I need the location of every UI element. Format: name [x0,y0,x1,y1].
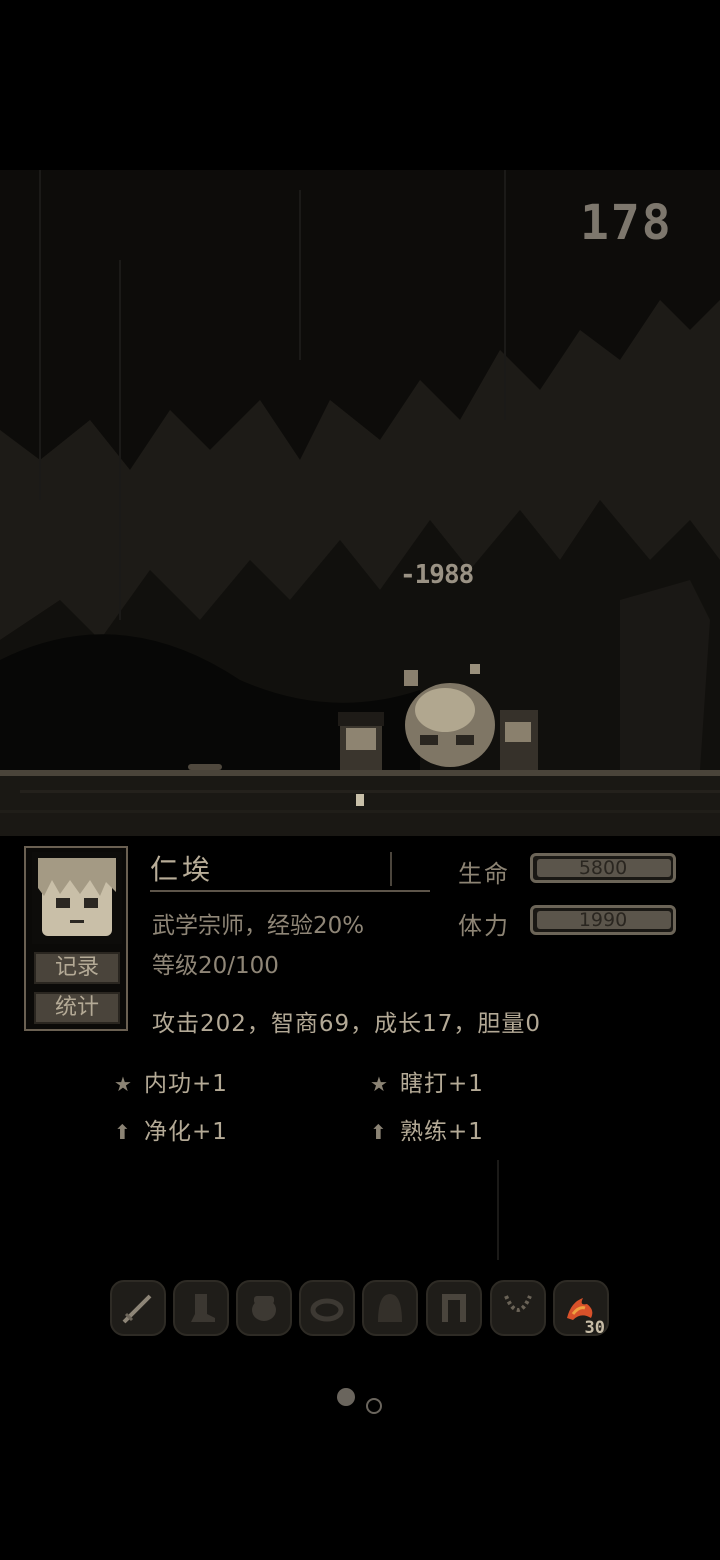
hood-icon [378,1294,402,1322]
page-indicator[interactable] [366,1398,382,1414]
necklace-icon [504,1295,532,1312]
star-icon: ★ [114,1072,133,1096]
avatar [32,852,122,944]
bonus-text: 熟练+1 [400,1119,484,1145]
page-indicator-active[interactable] [337,1388,355,1406]
stamina-bar: 1990 [530,905,676,935]
equipment-slot-ring[interactable] [299,1280,355,1336]
stamina-label: 体力 [458,912,510,940]
hp-label: 生命 [458,860,510,888]
glove-icon [252,1296,276,1321]
ally-sprite [500,710,538,770]
character-portrait: 记录 统计 [24,846,128,1031]
equipment-slot-boots[interactable] [173,1280,229,1336]
bonus-item: ⬆ 熟练+1 [370,1112,484,1146]
arrow-up-icon: ⬆ [114,1120,132,1144]
stamina-value: 1990 [578,909,628,931]
divider [390,852,392,886]
ring-icon [310,1298,344,1322]
character-level: 等级20/100 [152,953,279,979]
item-count: 30 [584,1318,605,1338]
bonus-text: 瞎打+1 [400,1071,484,1097]
hp-bar: 5800 [530,853,676,883]
character-stats: 攻击202，智商69，成长17，胆量0 [152,1011,542,1037]
hp-value: 5800 [578,857,628,879]
equipment-slot-hood[interactable] [362,1280,418,1336]
bonus-item: ★ 内功+1 [114,1064,228,1098]
bonus-item: ★ 瞎打+1 [370,1064,484,1098]
cloak-icon [442,1294,466,1322]
bonus-text: 净化+1 [144,1119,228,1145]
sword-icon [122,1294,152,1324]
arrow-up-icon: ⬆ [370,1120,388,1144]
character-title: 武学宗师，经验20% [152,913,365,939]
equipment-slot-gloves[interactable] [236,1280,292,1336]
record-button[interactable]: 记录 [34,952,120,984]
equipment-slot-necklace[interactable] [490,1280,546,1336]
equipment-slot-item[interactable]: 30 [553,1280,609,1338]
character-name: 仁埃 [150,853,215,886]
boot-icon [191,1294,215,1322]
damage-popup: -1988 [400,560,474,590]
divider [150,890,430,892]
hero-sprite [338,712,384,770]
equipment-slot-weapon[interactable] [110,1280,166,1336]
bonus-item: ⬆ 净化+1 [114,1112,228,1146]
star-icon: ★ [370,1072,389,1096]
statistics-button[interactable]: 统计 [34,992,120,1024]
bonus-text: 内功+1 [144,1071,228,1097]
equipment-slot-cloak[interactable] [426,1280,482,1336]
turn-counter: 178 [580,195,673,251]
